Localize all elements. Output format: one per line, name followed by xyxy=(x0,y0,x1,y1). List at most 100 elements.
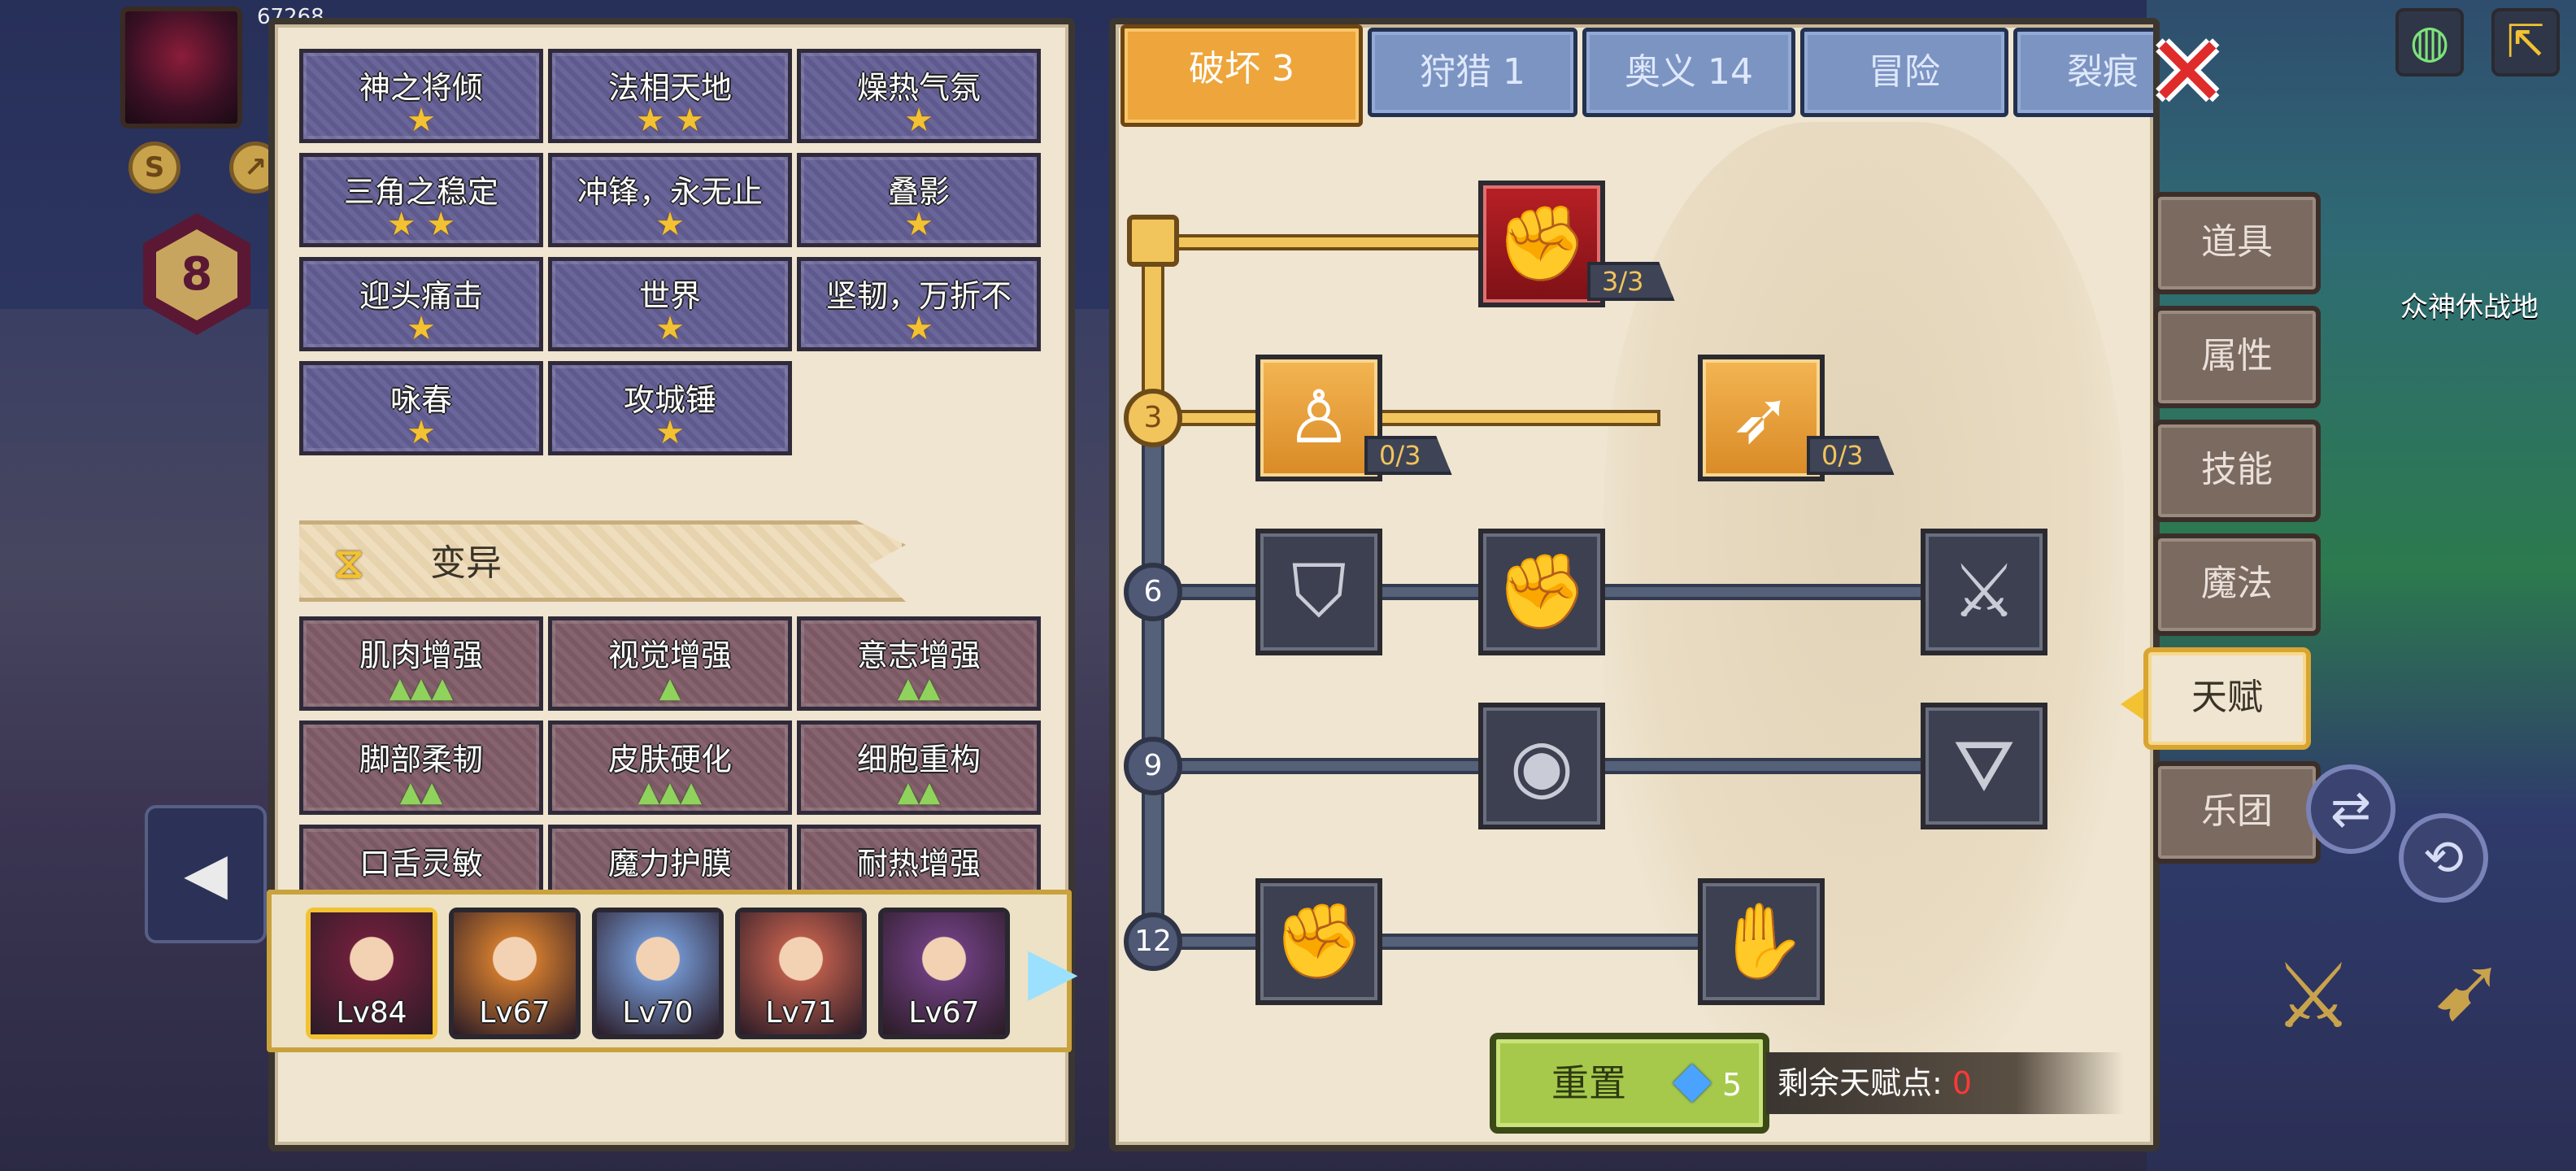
star-talent-tile[interactable]: 燥热气氛 ★ xyxy=(797,49,1041,143)
hero-level: Lv71 xyxy=(765,996,837,1030)
star-talent-name: 世界 xyxy=(638,278,701,314)
skill-count-r3a: 0/3 xyxy=(1364,436,1452,475)
swap-action-icon[interactable]: ⇄ xyxy=(2306,764,2395,854)
tree-root-node xyxy=(1127,215,1179,267)
diamond-gem-icon: ◆ xyxy=(1673,1049,1712,1108)
mutation-tile[interactable]: 耐热增强 xyxy=(797,825,1041,895)
star-talent-name: 咏春 xyxy=(389,382,452,418)
tab-category[interactable]: 裂痕 xyxy=(2013,28,2153,117)
shield-break-icon[interactable]: ⛉ xyxy=(1255,529,1382,655)
hero-card[interactable]: Lv84 xyxy=(306,908,437,1039)
mutation-tile[interactable]: 口舌灵敏 xyxy=(299,825,543,895)
splash-strike-icon[interactable]: ⚔ xyxy=(1921,529,2047,655)
gauntlet-icon[interactable]: ✋ xyxy=(1698,878,1825,1005)
bat-wing-icon[interactable]: ⛛ xyxy=(1921,703,2047,829)
tab-category[interactable]: 狩猎 1 xyxy=(1368,28,1577,117)
tab-category[interactable]: 奥义 14 xyxy=(1582,28,1795,117)
bow-weapon-icon[interactable]: ➹ xyxy=(2407,927,2529,1049)
hero-card[interactable]: Lv71 xyxy=(735,908,867,1039)
remaining-points-bar: 剩余天赋点: 0 xyxy=(1766,1052,2124,1114)
mutation-name: 视觉增强 xyxy=(607,638,732,673)
sword-weapon-icon[interactable]: ⚔ xyxy=(2252,935,2374,1057)
hero-card[interactable]: Lv67 xyxy=(449,908,581,1039)
player-portrait[interactable] xyxy=(120,7,242,128)
mutation-level-marks: ▲▲ xyxy=(399,776,443,808)
star-talent-tile[interactable]: 三角之稳定 ★ ★ xyxy=(299,153,543,247)
star-rating: ★ xyxy=(655,206,685,243)
mutation-tile[interactable]: 皮肤硬化 ▲▲▲ xyxy=(548,720,792,815)
mutation-name: 皮肤硬化 xyxy=(607,742,732,777)
network-globe-icon[interactable]: ◍ xyxy=(2395,8,2464,76)
star-talent-tile[interactable]: 叠影 ★ xyxy=(797,153,1041,247)
star-talent-name: 三角之稳定 xyxy=(343,174,498,210)
star-talent-tile[interactable]: 世界 ★ xyxy=(548,257,792,351)
tab-category[interactable]: 破坏 3 xyxy=(1120,24,1363,127)
star-talent-tile[interactable]: 坚韧，万折不 ★ xyxy=(797,257,1041,351)
mutation-section-banner: ⧖ 变异 xyxy=(299,520,906,602)
side-tab-item[interactable]: 魔法 xyxy=(2153,533,2321,636)
mutation-name: 脚部柔韧 xyxy=(359,742,483,777)
talent-summary-panel: 神之将倾 ★ 法相天地 ★ ★ 燥热气氛 ★ 三角之稳定 ★ ★ 冲锋，永无止 ★ 叠影 ★ 迎头痛击 ★… xyxy=(267,18,1078,1151)
punch-icon[interactable]: ✊ xyxy=(1478,529,1605,655)
mutation-tile[interactable]: 魔力护膜 xyxy=(548,825,792,895)
hero-card[interactable]: Lv70 xyxy=(592,908,724,1039)
star-talent-name: 神之将倾 xyxy=(359,70,483,106)
mutation-level-marks: ▲▲ xyxy=(897,672,941,704)
arrow-strike-icon[interactable]: ➶ xyxy=(1698,355,1825,481)
tier-node-6: 6 xyxy=(1124,563,1182,621)
mutation-name: 口舌灵敏 xyxy=(359,846,483,882)
close-icon[interactable]: ✕ xyxy=(2147,24,2229,122)
tier-node-3: 3 xyxy=(1124,389,1182,447)
reset-label: 重置 xyxy=(1551,1061,1626,1105)
side-tab-item[interactable]: 乐团 xyxy=(2153,761,2321,864)
side-tab-item[interactable]: 天赋 xyxy=(2143,647,2311,750)
side-tab-item[interactable]: 属性 xyxy=(2153,306,2321,408)
raised-fist-icon[interactable]: ✊ xyxy=(1255,878,1382,1005)
hero-level: Lv67 xyxy=(479,996,550,1030)
window-toggle-icon[interactable]: ⇱ xyxy=(2491,8,2560,76)
star-talent-tile[interactable]: 攻城锤 ★ xyxy=(548,361,792,455)
star-rating: ★ xyxy=(407,102,436,139)
muscle-body-icon[interactable]: ♙ xyxy=(1255,355,1382,481)
shockwave-icon[interactable]: ◉ xyxy=(1478,703,1605,829)
hero-card[interactable]: Lv67 xyxy=(878,908,1010,1039)
mutation-tile[interactable]: 肌肉增强 ▲▲▲ xyxy=(299,616,543,711)
star-talent-tile[interactable]: 冲锋，永无止 ★ xyxy=(548,153,792,247)
cycle-action-icon[interactable]: ⟲ xyxy=(2399,813,2488,903)
star-talent-name: 叠影 xyxy=(887,174,950,210)
mutation-name: 魔力护膜 xyxy=(607,846,732,882)
mutation-name: 耐热增强 xyxy=(856,846,981,882)
mutation-name: 意志增强 xyxy=(856,638,981,673)
mutation-name: 细胞重构 xyxy=(856,742,981,777)
mutation-level-marks: ▲▲▲ xyxy=(637,776,703,808)
mutation-level-marks: ▲▲ xyxy=(897,776,941,808)
dna-icon: ⧖ xyxy=(333,539,364,588)
star-rating: ★ xyxy=(904,310,933,347)
mutation-section-title: 变异 xyxy=(430,542,502,584)
mutation-tile[interactable]: 脚部柔韧 ▲▲ xyxy=(299,720,543,815)
reset-talents-button[interactable]: 重置 ◆ 5 xyxy=(1490,1033,1769,1134)
mutation-tile[interactable]: 意志增强 ▲▲ xyxy=(797,616,1041,711)
reset-cost: 5 xyxy=(1722,1067,1743,1103)
star-talent-tile[interactable]: 神之将倾 ★ xyxy=(299,49,543,143)
map-location-label: 众神休战地 xyxy=(2400,291,2539,324)
side-tab-item[interactable]: 技能 xyxy=(2153,420,2321,522)
star-talent-tile[interactable]: 迎头痛击 ★ xyxy=(299,257,543,351)
remaining-points-label: 剩余天赋点: xyxy=(1778,1065,1943,1101)
mutation-tile[interactable]: 视觉增强 ▲ xyxy=(548,616,792,711)
mutation-tile[interactable]: 细胞重构 ▲▲ xyxy=(797,720,1041,815)
mutation-level-marks: ▲ xyxy=(659,672,681,704)
star-talent-name: 燥热气氛 xyxy=(856,70,981,106)
move-left-button[interactable]: ◀ xyxy=(145,805,267,943)
hero-selector-bar: Lv84 Lv67 Lv70 Lv71 Lv67 ▶ xyxy=(267,890,1078,1052)
gold-coin-icon[interactable]: S xyxy=(128,141,181,194)
star-talent-tile[interactable]: 法相天地 ★ ★ xyxy=(548,49,792,143)
side-tab-item[interactable]: 道具 xyxy=(2153,192,2321,294)
star-rating: ★ xyxy=(904,102,933,139)
tab-category[interactable]: 冒险 xyxy=(1800,28,2008,117)
arm-wrestle-icon[interactable]: ✊ xyxy=(1478,181,1605,307)
talent-list-scroll[interactable]: 神之将倾 ★ 法相天地 ★ ★ 燥热气氛 ★ 三角之稳定 ★ ★ 冲锋，永无止 ★ 叠影 ★ 迎头痛击 ★… xyxy=(299,49,1047,895)
next-hero-arrow-icon[interactable]: ▶ xyxy=(1028,930,1078,1012)
star-talent-name: 冲锋，永无止 xyxy=(577,174,763,210)
star-talent-tile[interactable]: 咏春 ★ xyxy=(299,361,543,455)
